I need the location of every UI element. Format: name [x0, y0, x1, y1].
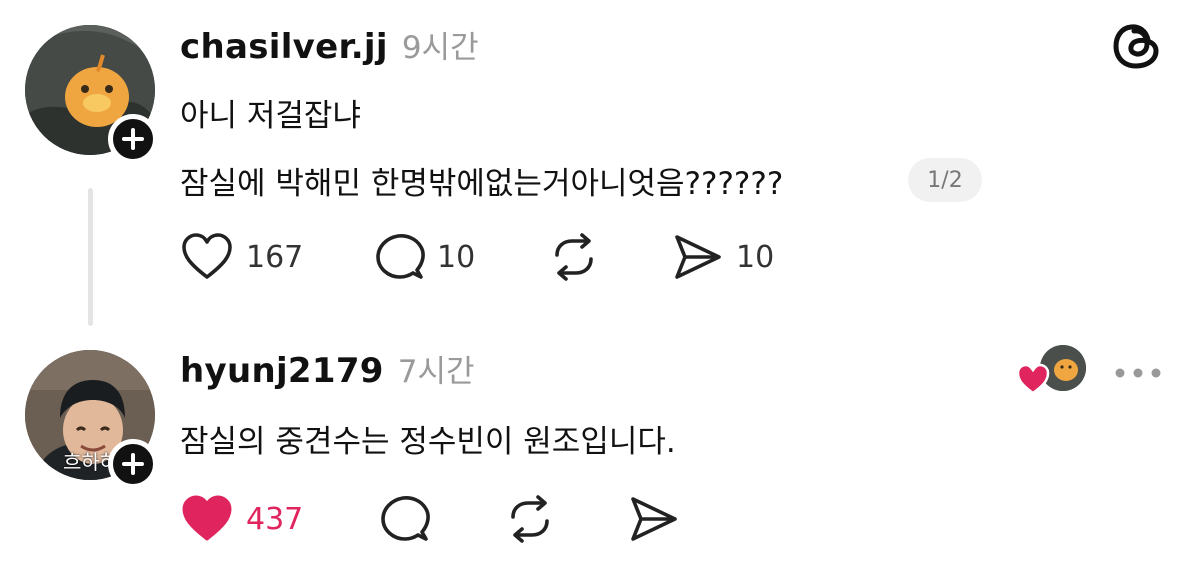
post-time: 9시간: [401, 30, 479, 66]
page-indicator: 1/2: [908, 158, 982, 202]
share-button[interactable]: 10: [672, 232, 774, 282]
reply-button[interactable]: [378, 494, 432, 548]
share-icon: [675, 235, 721, 279]
post-time: 7시간: [397, 354, 475, 390]
like-button[interactable]: 167: [180, 232, 303, 282]
comment-icon: [381, 496, 430, 541]
comment-icon: [376, 234, 425, 279]
like-button[interactable]: 437: [180, 494, 303, 544]
like-count: 437: [246, 501, 304, 537]
follow-button[interactable]: [108, 114, 158, 164]
share-button[interactable]: [628, 494, 680, 548]
follow-button[interactable]: [108, 439, 158, 489]
author-liked-heart-icon: [1016, 363, 1050, 399]
post-text-line: 잠실의 중견수는 정수빈이 원조입니다.: [180, 424, 676, 460]
more-icon[interactable]: [1114, 364, 1162, 383]
repost-icon: [555, 233, 593, 281]
username[interactable]: hyunj2179: [180, 351, 384, 391]
post-text-line: 잠실에 박해민 한명밖에없는거아니엇음??????: [180, 166, 784, 202]
share-icon: [631, 497, 677, 541]
reply-button[interactable]: 10: [373, 232, 475, 282]
heart-icon: [182, 233, 232, 279]
like-count: 167: [246, 239, 304, 275]
username[interactable]: chasilver.jj: [180, 27, 388, 67]
repost-button[interactable]: [548, 232, 600, 286]
repost-button[interactable]: [504, 494, 556, 548]
heart-icon: [182, 495, 232, 541]
thread-line: [88, 188, 93, 326]
plus-icon: [122, 128, 144, 150]
reply-count: 10: [437, 239, 476, 275]
post-text-line: 아니 저걸잡냐: [180, 98, 361, 134]
repost-icon: [511, 495, 549, 543]
share-count: 10: [736, 239, 775, 275]
threads-logo-icon[interactable]: [1112, 20, 1162, 72]
plus-icon: [122, 453, 144, 475]
